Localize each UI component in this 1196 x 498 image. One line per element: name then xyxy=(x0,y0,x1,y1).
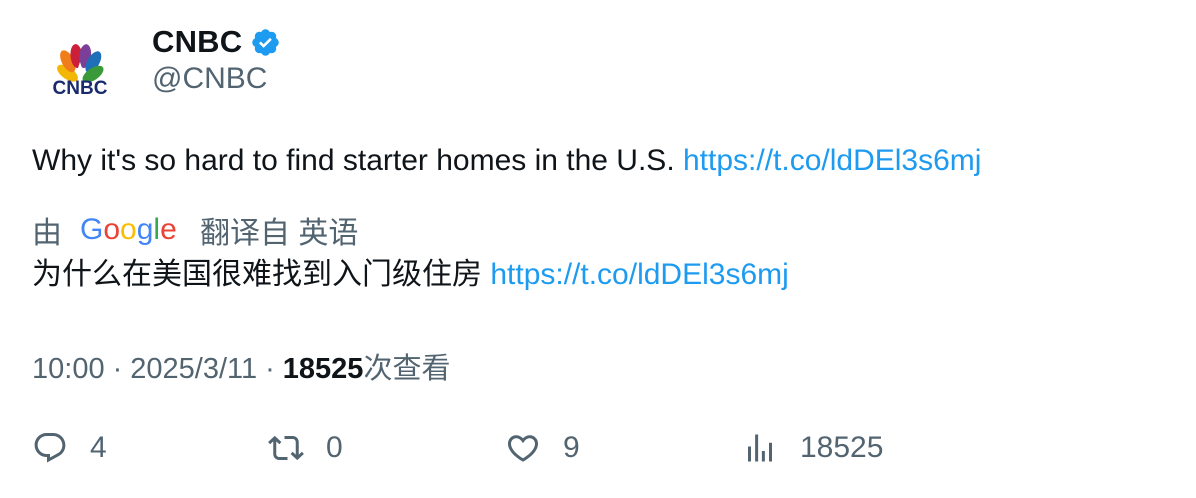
tweet-link[interactable]: https://t.co/ldDEl3s6mj xyxy=(683,144,981,177)
meta-separator: · xyxy=(112,353,123,385)
google-logo-icon[interactable]: Google xyxy=(80,212,180,248)
avatar[interactable]: CNBC xyxy=(32,26,128,122)
retweet-icon xyxy=(268,435,304,461)
verified-badge-icon[interactable] xyxy=(250,27,281,58)
reply-button[interactable]: 4 xyxy=(32,430,107,466)
retweet-button[interactable]: 0 xyxy=(268,430,343,466)
translated-link[interactable]: https://t.co/ldDEl3s6mj xyxy=(490,258,788,291)
views-button[interactable]: 18525 xyxy=(742,430,883,466)
heart-icon xyxy=(507,435,539,462)
views-label: 次查看 xyxy=(363,353,451,385)
tweet-body: Why it's so hard to find starter homes i… xyxy=(32,144,683,177)
views-action-count: 18525 xyxy=(800,431,884,464)
like-button[interactable]: 9 xyxy=(505,430,580,466)
tweet-time[interactable]: 10:00 xyxy=(32,353,105,385)
tweet-text: Why it's so hard to find starter homes i… xyxy=(32,142,981,180)
translated-from-label[interactable]: 翻译自 英语 xyxy=(200,208,358,252)
translated-by-label: 由 xyxy=(32,217,62,250)
reply-count: 4 xyxy=(90,431,107,464)
views-chart-icon xyxy=(748,434,772,462)
tweet-date[interactable]: 2025/3/11 xyxy=(130,353,257,385)
handle[interactable]: @CNBC xyxy=(152,62,267,96)
retweet-count: 0 xyxy=(326,431,343,464)
like-count: 9 xyxy=(563,431,580,464)
svg-text:Google: Google xyxy=(80,213,177,246)
views-count: 18525 xyxy=(282,353,364,385)
translated-tweet-text: 为什么在美国很难找到入门级住房 https://t.co/ldDEl3s6mj xyxy=(32,256,789,294)
avatar-wordmark: CNBC xyxy=(53,78,108,99)
display-name[interactable]: CNBC xyxy=(152,24,242,60)
reply-icon xyxy=(34,433,66,463)
meta-separator: · xyxy=(265,353,275,385)
author-name-row[interactable]: CNBC xyxy=(152,24,281,60)
translation-attribution: 由 Google 翻译自 英语 xyxy=(32,208,358,252)
tweet-action-bar: 4 0 9 18525 xyxy=(0,430,1196,474)
cnbc-peacock-logo: CNBC xyxy=(53,44,108,99)
translated-body: 为什么在美国很难找到入门级住房 xyxy=(32,258,491,291)
tweet-meta: 10:00 · 2025/3/11 · 18525次查看 xyxy=(32,345,450,387)
